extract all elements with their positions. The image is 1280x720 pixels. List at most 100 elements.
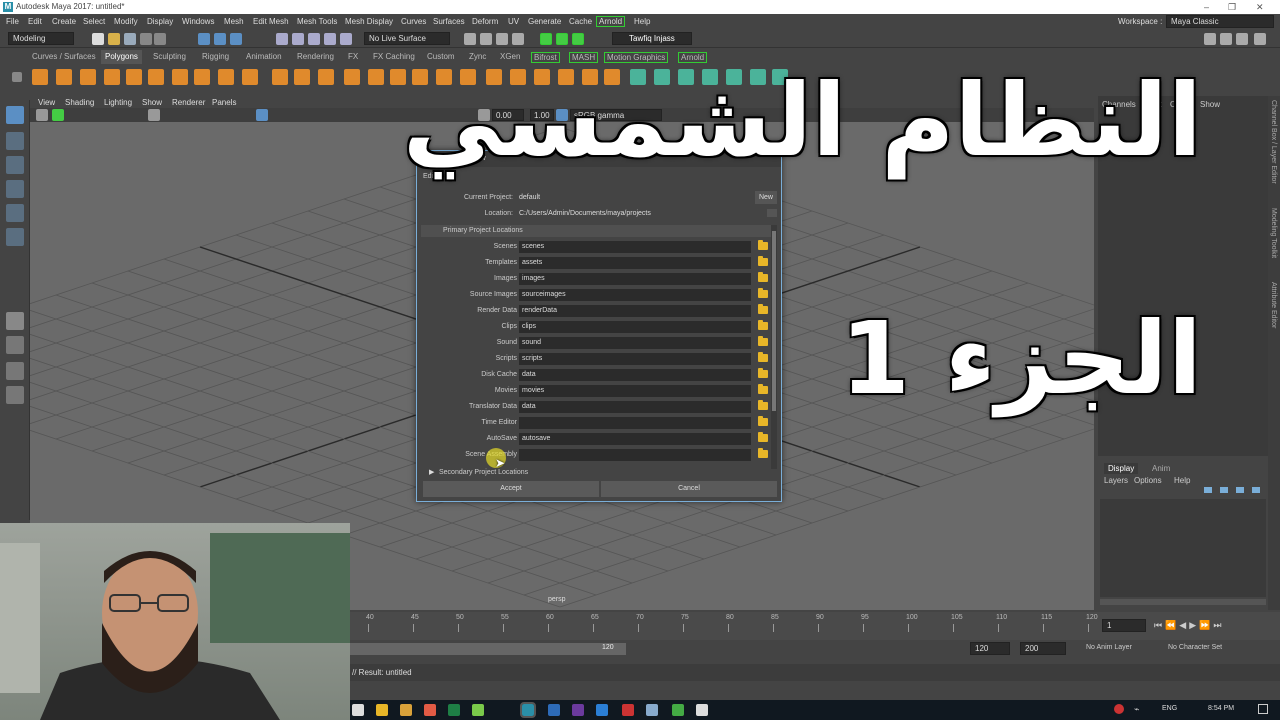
- shelf-tab-xgen[interactable]: XGen: [500, 52, 520, 61]
- project-location-field[interactable]: assets: [519, 257, 751, 269]
- menu-select[interactable]: Select: [83, 17, 105, 26]
- side-tab-attribute-editor[interactable]: Attribute Editor: [1270, 282, 1277, 328]
- folder-icon[interactable]: [758, 400, 768, 410]
- file-explorer-icon[interactable]: [400, 704, 412, 716]
- app-white-icon[interactable]: [696, 704, 708, 716]
- time-slider[interactable]: 40 45 50 55 60 65 70 75 80 85 90 95 100 105 110 115 120 …: [350, 612, 1280, 640]
- folder-icon[interactable]: [758, 272, 768, 282]
- menu-uv[interactable]: UV: [508, 17, 519, 26]
- menu-file[interactable]: File: [6, 17, 19, 26]
- app-blue-icon[interactable]: [646, 704, 658, 716]
- camtasia-icon[interactable]: [672, 704, 684, 716]
- tray-icon[interactable]: [1114, 704, 1124, 714]
- smooth-icon[interactable]: [318, 69, 334, 85]
- menu-deform[interactable]: Deform: [472, 17, 498, 26]
- snap-grid-icon[interactable]: [276, 33, 288, 45]
- poly-sphere-icon[interactable]: [32, 69, 48, 85]
- side-tab-modeling-toolkit[interactable]: Modeling Toolkit: [1270, 208, 1277, 258]
- layer-tab-anim[interactable]: Anim: [1152, 464, 1170, 473]
- panel-menu-view[interactable]: View: [38, 98, 55, 107]
- rotate-tool-icon[interactable]: [6, 204, 24, 222]
- menu-mesh-tools[interactable]: Mesh Tools: [297, 17, 337, 26]
- folder-icon[interactable]: [758, 320, 768, 330]
- restore-icon[interactable]: ❐: [1228, 2, 1236, 13]
- dialog-scroll-thumb[interactable]: [772, 231, 776, 411]
- project-location-field[interactable]: scenes: [519, 241, 751, 253]
- range-end-handle[interactable]: 120: [602, 644, 614, 651]
- render-settings-icon[interactable]: [496, 33, 508, 45]
- menu-surfaces[interactable]: Surfaces: [433, 17, 465, 26]
- render-frame-icon[interactable]: [464, 33, 476, 45]
- arnold-view-icon[interactable]: [572, 33, 584, 45]
- poly-cone-icon[interactable]: [104, 69, 120, 85]
- new-layer-selected-icon[interactable]: [1252, 487, 1260, 493]
- single-pane-layout-icon[interactable]: [6, 312, 24, 330]
- user-account-dropdown[interactable]: Tawfiq Injass: [612, 32, 692, 45]
- premiere-icon[interactable]: [572, 704, 584, 716]
- menu-display[interactable]: Display: [147, 17, 173, 26]
- arnold-ipr-icon[interactable]: [556, 33, 568, 45]
- shelf-tab-rendering[interactable]: Rendering: [297, 52, 334, 61]
- app-green-icon[interactable]: [472, 704, 484, 716]
- menu-mesh-display[interactable]: Mesh Display: [345, 17, 393, 26]
- project-location-field[interactable]: [519, 417, 751, 429]
- menu-modify[interactable]: Modify: [114, 17, 138, 26]
- scale-tool-icon[interactable]: [6, 228, 24, 246]
- arnold-render-icon[interactable]: [540, 33, 552, 45]
- menu-edit-mesh[interactable]: Edit Mesh: [253, 17, 289, 26]
- shelf-tab-custom[interactable]: Custom: [427, 52, 455, 61]
- language-indicator[interactable]: ENG: [1162, 705, 1177, 712]
- ipr-render-icon[interactable]: [480, 33, 492, 45]
- excel-icon[interactable]: [448, 704, 460, 716]
- menuset-dropdown[interactable]: Modeling: [8, 32, 74, 45]
- snap-point-icon[interactable]: [308, 33, 320, 45]
- folder-icon[interactable]: [758, 240, 768, 250]
- new-project-button[interactable]: New: [755, 191, 777, 204]
- project-location-field[interactable]: renderData: [519, 305, 751, 317]
- accept-button[interactable]: Accept: [423, 481, 599, 497]
- shelf-tab-polygons[interactable]: Polygons: [101, 50, 142, 64]
- maya-taskbar-icon[interactable]: [520, 702, 536, 718]
- hypershade-icon[interactable]: [512, 33, 524, 45]
- panel-menu-panels[interactable]: Panels: [212, 98, 236, 107]
- shelf-tab-fx[interactable]: FX: [348, 52, 358, 61]
- side-tab-channel-box[interactable]: Channel Box / Layer Editor: [1270, 100, 1277, 184]
- close-icon[interactable]: ✕: [1256, 2, 1264, 13]
- skype-icon[interactable]: [596, 704, 608, 716]
- shelf-tab-sculpting[interactable]: Sculpting: [153, 52, 186, 61]
- open-scene-icon[interactable]: [108, 33, 120, 45]
- wireframe-icon[interactable]: [256, 109, 268, 121]
- panel-menu-shading[interactable]: Shading: [65, 98, 94, 107]
- layer-menu-help[interactable]: Help: [1174, 476, 1190, 485]
- select-hierarchy-icon[interactable]: [198, 33, 210, 45]
- mail-icon[interactable]: [352, 704, 364, 716]
- snap-view-icon[interactable]: [324, 33, 336, 45]
- snap-curve-icon[interactable]: [292, 33, 304, 45]
- acrobat-icon[interactable]: [622, 704, 634, 716]
- shelf-tab-curves-surfaces[interactable]: Curves / Surfaces: [32, 52, 96, 61]
- layer-tab-display[interactable]: Display: [1104, 463, 1139, 474]
- shelf-tab-animation[interactable]: Animation: [246, 52, 282, 61]
- redo-icon[interactable]: [154, 33, 166, 45]
- chrome-icon[interactable]: [424, 704, 436, 716]
- range-bar[interactable]: [350, 643, 626, 655]
- mirror-icon[interactable]: [368, 69, 384, 85]
- attribute-editor-icon[interactable]: [1220, 33, 1232, 45]
- paint-select-icon[interactable]: [6, 156, 24, 174]
- project-location-field[interactable]: scripts: [519, 353, 751, 365]
- poly-cylinder-icon[interactable]: [80, 69, 96, 85]
- modeling-toolkit-icon[interactable]: [1204, 33, 1216, 45]
- svg-icon[interactable]: [242, 69, 258, 85]
- shelf-tab-zync[interactable]: Zync: [469, 52, 486, 61]
- panel-menu-show[interactable]: Show: [142, 98, 162, 107]
- save-scene-icon[interactable]: [124, 33, 136, 45]
- layer-list[interactable]: [1100, 499, 1266, 597]
- layer-menu-options[interactable]: Options: [1134, 476, 1162, 485]
- workspace-dropdown[interactable]: Maya Classic: [1166, 15, 1274, 28]
- expand-arrow-icon[interactable]: ▶: [429, 468, 434, 476]
- project-location-field[interactable]: images: [519, 273, 751, 285]
- menu-edit[interactable]: Edit: [28, 17, 42, 26]
- layer-move-down-icon[interactable]: [1220, 487, 1228, 493]
- camera-attributes-icon[interactable]: [52, 109, 64, 121]
- primary-section-header[interactable]: Primary Project Locations: [421, 225, 775, 237]
